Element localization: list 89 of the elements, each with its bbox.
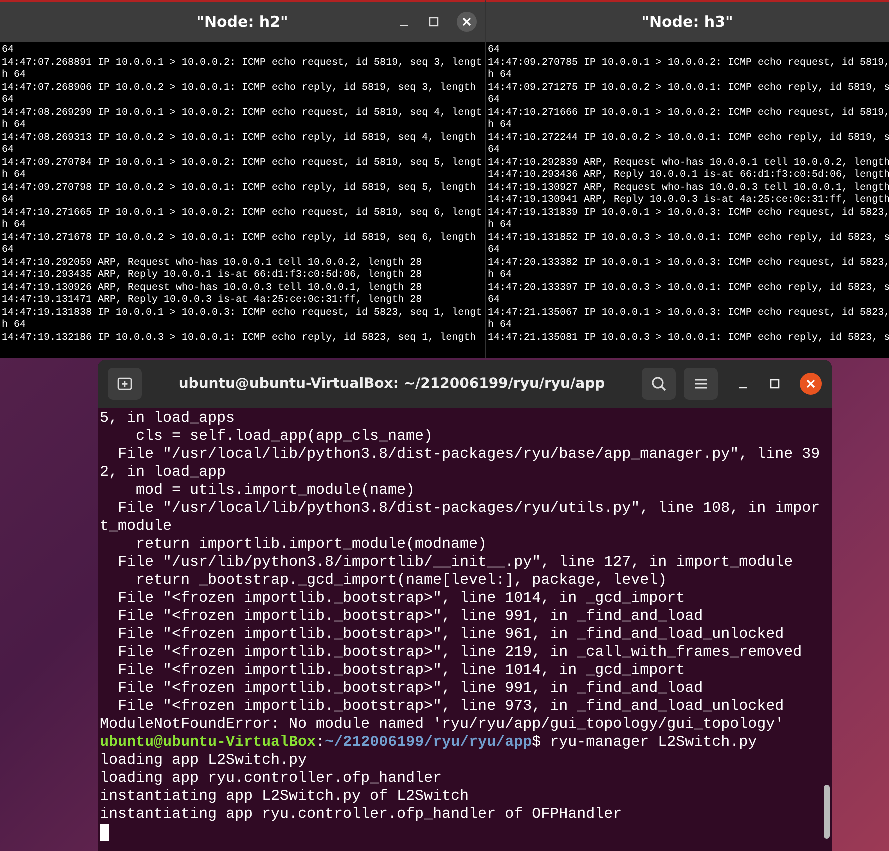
output-line: 14:47:19.131838 IP 10.0.0.1 > 10.0.0.3: ICMP echo request, id 5823, seq 1, lengt [2, 308, 483, 320]
output-line: 14:47:21.135081 IP 10.0.0.3 > 10.0.0.1: ICMP echo reply, id 5823, s [488, 332, 887, 345]
output-line: 14:47:09.270798 IP 10.0.0.2 > 10.0.0.1: ICMP echo reply, id 5819, seq 5, length [2, 182, 478, 195]
output-line: cls = self.load_app(app_cls_name) [135, 428, 434, 446]
output-line: 14:47:09.270784 IP 10.0.0.1 > 10.0.0.2: ICMP echo request, id 5819, seq 5, lengt [2, 158, 483, 170]
output-line: 14:47:19.131839 IP 10.0.0.1 > 10.0.0.3: ICMP echo request, id 5823, [488, 208, 887, 220]
window-title: "Node: h2" [196, 13, 288, 31]
output-line: 14:47:21.135067 IP 10.0.0.1 > 10.0.0.3: ICMP echo request, id 5823, [488, 308, 887, 320]
output-line: File "<frozen importlib._bootstrap>", line 961, in _find_and_load_unlocked [117, 626, 786, 644]
menu-icon [694, 378, 708, 390]
close-icon[interactable] [800, 373, 822, 395]
search-icon [651, 376, 667, 392]
text-cursor [100, 824, 109, 841]
output-line: 14:47:10.271666 IP 10.0.0.1 > 10.0.0.2: ICMP echo request, id 5819, [488, 108, 887, 120]
output-line: 14:47:20.133382 IP 10.0.0.1 > 10.0.0.3: ICMP echo request, id 5823, [488, 258, 887, 270]
output-line: return importlib.import_module(modname) [135, 536, 488, 554]
output-line: 14:47:09.271275 IP 10.0.0.2 > 10.0.0.1: ICMP echo reply, id 5819, s [488, 82, 887, 95]
output-line: 64 [2, 145, 16, 158]
output-line: File "<frozen importlib._bootstrap>", line 219, in _call_with_frames_removed [117, 644, 804, 662]
maximize-icon[interactable] [427, 15, 441, 29]
output-line: h 64 [2, 170, 28, 182]
output-line: 5, in load_apps [100, 410, 236, 428]
new-tab-button[interactable] [108, 368, 142, 400]
output-line: h 64 [488, 120, 514, 132]
output-line: 14:47:19.131471 ARP, Reply 10.0.0.3 is-at 4a:25:ce:0c:31:ff, length 28 [2, 295, 424, 308]
output-line: File "<frozen importlib._bootstrap>", line 991, in _find_and_load [117, 608, 704, 626]
output-line: h 64 [2, 120, 28, 132]
output-line: h 64 [488, 320, 514, 332]
output-line: 64 [2, 245, 16, 258]
output-line: 64 [488, 95, 502, 108]
output-line: h 64 [2, 70, 28, 82]
output-line: 14:47:08.269313 IP 10.0.0.2 > 10.0.0.1: ICMP echo reply, id 5819, seq 4, length [2, 132, 478, 145]
output-line: 14:47:10.293435 ARP, Reply 10.0.0.1 is-at 66:d1:f3:c0:5d:06, length 28 [2, 270, 424, 282]
prompt-user: ubuntu@ubuntu-VirtualBox [100, 734, 316, 751]
output-line: loading app L2Switch.py [100, 752, 308, 770]
window-title: "Node: h3" [642, 13, 734, 31]
output-line: 64 [488, 145, 502, 158]
output-line: mod = utils.import_module(name) [135, 482, 416, 500]
prompt-separator: : [316, 734, 326, 751]
output-line: 64 [2, 45, 16, 58]
output-line: 14:47:10.271678 IP 10.0.0.2 > 10.0.0.1: ICMP echo reply, id 5819, seq 6, length [2, 232, 478, 245]
output-line: 14:47:07.268906 IP 10.0.0.2 > 10.0.0.1: ICMP echo reply, id 5819, seq 3, length [2, 82, 478, 95]
output-line: h 64 [2, 220, 28, 232]
prompt-path: ~/212006199/ryu/ryu/app [325, 734, 532, 751]
output-line: 14:47:09.270785 IP 10.0.0.1 > 10.0.0.2: ICMP echo request, id 5819, [488, 58, 887, 70]
output-line: return _bootstrap._gcd_import(name[level:], package, level) [135, 572, 668, 590]
output-line: File "<frozen importlib._bootstrap>", line 1014, in _gcd_import [117, 662, 686, 680]
output-line: 14:47:19.132186 IP 10.0.0.3 > 10.0.0.1: ICMP echo reply, id 5823, seq 1, length [2, 332, 478, 345]
output-line: 14:47:19.130926 ARP, Request who-has 10.0.0.3 tell 10.0.0.1, length 28 [2, 282, 424, 294]
output-line: File "<frozen importlib._bootstrap>", line 991, in _find_and_load [117, 680, 704, 698]
output-line: File "<frozen importlib._bootstrap>", line 1014, in _gcd_import [117, 590, 686, 608]
output-line: 14:47:19.131852 IP 10.0.0.3 > 10.0.0.1: ICMP echo reply, id 5823, s [488, 232, 887, 245]
output-line: h 64 [2, 320, 28, 332]
output-line: h 64 [488, 220, 514, 232]
output-line: 64 [488, 45, 502, 58]
output-line: 14:47:08.269299 IP 10.0.0.1 > 10.0.0.2: ICMP echo request, id 5819, seq 4, lengt [2, 108, 483, 120]
output-line: h 64 [488, 70, 514, 82]
output-line: 14:47:10.293436 ARP, Reply 10.0.0.1 is-at 66:d1:f3:c0:5d:06, length [488, 170, 887, 182]
output-line: 14:47:07.268891 IP 10.0.0.1 > 10.0.0.2: ICMP echo request, id 5819, seq 3, lengt [2, 58, 483, 70]
output-line: 14:47:20.133397 IP 10.0.0.3 > 10.0.0.1: ICMP echo reply, id 5823, s [488, 282, 887, 295]
output-line: t_module [100, 518, 174, 536]
output-line: instantiating app ryu.controller.ofp_handler of OFPHandler [100, 806, 624, 824]
output-line: instantiating app L2Switch.py of L2Switch [100, 788, 470, 806]
output-line: h 64 [488, 270, 514, 282]
close-icon[interactable] [457, 12, 477, 32]
output-line: 14:47:10.292059 ARP, Request who-has 10.0.0.1 tell 10.0.0.2, length 28 [2, 258, 424, 270]
search-button[interactable] [642, 368, 676, 400]
command-text: $ ryu-manager L2Switch.py [532, 734, 758, 751]
output-line: File "/usr/local/lib/python3.8/dist-packages/ryu/utils.py", line 108, in impor [117, 500, 822, 518]
output-line: File "/usr/lib/python3.8/importlib/__init__.py", line 127, in import_module [117, 554, 794, 572]
window-title: ubuntu@ubuntu-VirtualBox: ~/212006199/ryu/ryu/app [178, 376, 606, 392]
output-line: 64 [488, 295, 502, 308]
output-line: 14:47:19.130941 ARP, Reply 10.0.0.3 is-at 4a:25:ce:0c:31:ff, length [488, 195, 887, 208]
output-line: 64 [2, 195, 16, 208]
output-line: 64 [488, 245, 502, 258]
output-line: 14:47:19.130927 ARP, Request who-has 10.0.0.3 tell 10.0.0.1, length [488, 182, 887, 194]
new-tab-icon [117, 376, 133, 392]
output-line: ModuleNotFoundError: No module named 'ryu/ryu/app/gui_topology/gui_topology' [100, 716, 786, 734]
output-line: File "/usr/local/lib/python3.8/dist-packages/ryu/base/app_manager.py", line 39 [117, 446, 822, 464]
output-line: File "<frozen importlib._bootstrap>", line 973, in _find_and_load_unlocked [117, 698, 786, 716]
maximize-icon[interactable] [768, 377, 782, 391]
output-line: 14:47:10.271665 IP 10.0.0.1 > 10.0.0.2: ICMP echo request, id 5819, seq 6, lengt [2, 208, 483, 220]
output-line: 14:47:10.272244 IP 10.0.0.2 > 10.0.0.1: ICMP echo reply, id 5819, s [488, 132, 887, 145]
output-line: 2, in load_app [100, 464, 228, 482]
output-line: 14:47:10.292839 ARP, Request who-has 10.0.0.1 tell 10.0.0.2, length [488, 158, 887, 170]
output-line: 64 [2, 95, 16, 108]
menu-button[interactable] [684, 368, 718, 400]
output-line: loading app ryu.controller.ofp_handler [100, 770, 444, 788]
scrollbar[interactable] [824, 785, 830, 839]
